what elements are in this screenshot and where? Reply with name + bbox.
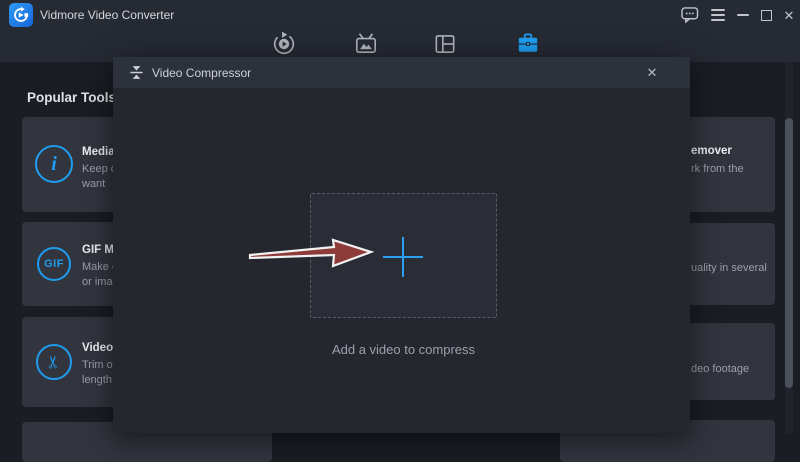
close-icon: ✕ — [647, 65, 658, 81]
close-button[interactable]: ✕ — [780, 6, 798, 24]
tab-converter[interactable] — [262, 27, 306, 61]
close-icon: ✕ — [784, 9, 795, 22]
tab-collage[interactable] — [423, 27, 467, 61]
popular-tools-heading: Popular Tools — [27, 90, 116, 105]
tool-card-title-fragment: emover — [691, 145, 732, 157]
dropzone-hint: Add a video to compress — [241, 342, 566, 357]
dialog-title: Video Compressor — [152, 66, 251, 80]
video-compressor-dialog: Video Compressor ✕ Add a video to compre… — [113, 57, 690, 433]
tab-toolbox[interactable] — [506, 27, 550, 61]
info-circle-icon: i — [35, 145, 73, 183]
tool-card-desc-fragment: rk from the — [691, 163, 744, 175]
window-title: Vidmore Video Converter — [40, 8, 174, 22]
app-logo-icon — [9, 3, 33, 27]
compress-vertical-icon — [129, 65, 144, 80]
converter-circle-play-icon — [271, 31, 297, 57]
plus-icon — [402, 237, 404, 277]
toolbox-briefcase-icon — [515, 31, 541, 57]
dialog-header: Video Compressor — [113, 57, 690, 88]
scissors-circle-icon: ✂ — [36, 344, 72, 380]
dialog-close-button[interactable]: ✕ — [643, 64, 661, 82]
scrollbar-thumb[interactable] — [785, 118, 793, 388]
feedback-icon[interactable] — [681, 6, 699, 24]
minimize-button[interactable] — [734, 6, 752, 24]
titlebar: Vidmore Video Converter ✕ — [0, 0, 800, 62]
tool-card-desc-fragment: deo footage — [691, 363, 749, 375]
tv-photo-icon — [353, 31, 379, 57]
maximize-button[interactable] — [757, 6, 775, 24]
hamburger-menu-icon[interactable] — [709, 6, 727, 24]
gif-circle-icon: GIF — [37, 247, 71, 281]
tool-card-desc-fragment: uality in several — [691, 262, 767, 274]
tab-mv[interactable] — [344, 27, 388, 61]
collage-grid-icon — [432, 31, 458, 57]
